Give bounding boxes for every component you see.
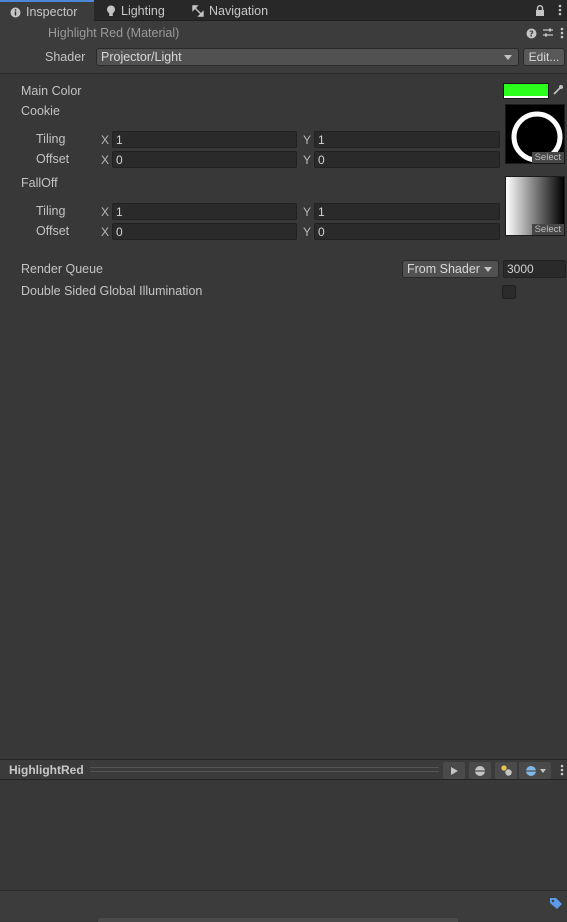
info-icon [10, 7, 21, 17]
bottom-scroll-handle[interactable] [98, 918, 458, 922]
falloff-texture-slot[interactable]: Select [505, 176, 565, 236]
shader-value: Projector/Light [101, 50, 182, 64]
play-button[interactable] [443, 762, 465, 779]
cookie-tiling-y-label: Y [303, 133, 312, 147]
falloff-tiling-y-field[interactable]: 1 [314, 203, 500, 220]
more-options-icon[interactable] [553, 3, 567, 17]
chevron-down-icon [484, 266, 492, 272]
asset-labels-bar [0, 890, 567, 922]
falloff-offset-label: Offset [36, 224, 70, 238]
play-icon [451, 766, 458, 775]
preview-more-icon[interactable] [560, 764, 564, 779]
falloff-offset-x-label: X [101, 225, 110, 239]
cookie-offset-y-field[interactable]: 0 [314, 151, 500, 168]
material-header: Highlight Red (Material) ? Shader Projec… [0, 21, 567, 74]
cookie-texture-slot[interactable]: Select [505, 104, 565, 164]
shader-label: Shader [45, 50, 86, 64]
eyedropper-icon[interactable] [552, 84, 564, 99]
preview-header: HighlightRed [0, 759, 567, 780]
render-queue-label: Render Queue [21, 262, 104, 276]
falloff-select-button[interactable]: Select [531, 224, 564, 235]
falloff-tiling-x-field[interactable]: 1 [112, 203, 297, 220]
lights-icon [500, 765, 512, 776]
main-color-label: Main Color [21, 84, 82, 98]
sphere-icon [475, 765, 485, 776]
shader-dropdown[interactable]: Projector/Light [96, 48, 519, 66]
tab-navigation[interactable]: Navigation [182, 0, 276, 21]
chevron-down-icon [504, 54, 512, 60]
chevron-down-icon [539, 768, 546, 773]
falloff-tiling-y-label: Y [303, 205, 312, 219]
tab-navigation-label: Navigation [209, 3, 269, 18]
falloff-offset-y-label: Y [303, 225, 312, 239]
material-preview-thumbnail [8, 27, 42, 67]
tab-lighting[interactable]: Lighting [96, 0, 173, 21]
material-title: Highlight Red (Material) [48, 26, 180, 40]
tab-inspector[interactable]: Inspector [0, 0, 94, 22]
cookie-tiling-y-field[interactable]: 1 [314, 131, 500, 148]
render-queue-mode: From Shader [407, 262, 480, 276]
svg-text:?: ? [529, 30, 534, 39]
cookie-offset-x-field[interactable]: 0 [112, 151, 297, 168]
lightbulb-icon [107, 5, 115, 16]
navigation-icon [192, 4, 204, 17]
double-sided-gi-checkbox[interactable] [502, 285, 516, 299]
preview-lighting-button[interactable] [495, 762, 517, 779]
asset-label-icon[interactable] [549, 897, 563, 913]
render-queue-dropdown[interactable]: From Shader [402, 260, 499, 278]
preview-mesh-button[interactable] [469, 762, 491, 779]
cookie-label: Cookie [21, 104, 60, 118]
cookie-offset-label: Offset [36, 152, 70, 166]
tab-lighting-label: Lighting [121, 3, 165, 18]
cookie-tiling-x-label: X [101, 133, 110, 147]
sky-sphere-icon [525, 765, 536, 776]
tab-inspector-label: Inspector [26, 5, 78, 19]
tab-bar: Inspector Lighting Navigation [0, 0, 567, 22]
falloff-tiling-label: Tiling [36, 204, 66, 218]
double-sided-gi-label: Double Sided Global Illumination [21, 284, 203, 298]
edit-shader-button[interactable]: Edit... [523, 48, 565, 66]
header-more-icon[interactable] [560, 27, 564, 42]
lock-icon[interactable] [533, 3, 547, 17]
presets-icon[interactable] [542, 27, 554, 42]
main-color-swatch[interactable] [503, 83, 549, 99]
preview-area[interactable] [0, 780, 567, 890]
cookie-select-button[interactable]: Select [531, 152, 564, 163]
preview-background-dropdown[interactable] [519, 762, 551, 779]
cookie-tiling-x-field[interactable]: 1 [112, 131, 297, 148]
cookie-offset-y-label: Y [303, 153, 312, 167]
alpha-bar [504, 96, 548, 98]
cookie-offset-x-label: X [101, 153, 110, 167]
falloff-offset-y-field[interactable]: 0 [314, 223, 500, 240]
help-icon[interactable]: ? [526, 28, 537, 42]
cookie-tiling-label: Tiling [36, 132, 66, 146]
render-queue-value-field[interactable]: 3000 [503, 260, 566, 278]
falloff-tiling-x-label: X [101, 205, 110, 219]
preview-title: HighlightRed [9, 763, 84, 777]
falloff-label: FallOff [21, 176, 58, 190]
falloff-offset-x-field[interactable]: 0 [112, 223, 297, 240]
preview-drag-handle[interactable] [90, 767, 439, 772]
